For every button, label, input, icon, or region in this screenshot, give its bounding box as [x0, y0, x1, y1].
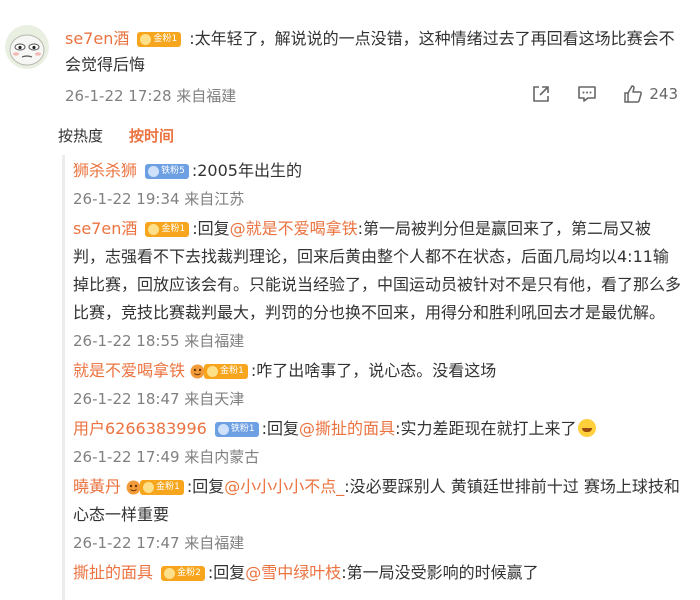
fan-face-icon	[190, 360, 205, 379]
reply-mention-link[interactable]: @雪中绿叶枝	[245, 563, 341, 582]
reply-item: 曉黃丹 金粉1:回复@小小小小不点_:没必要踩别人 黄镇廷世排前十过 赛场上球技…	[73, 473, 682, 557]
badge-icon	[164, 568, 176, 579]
reply-meta: 26-1-22 17:49 来自内蒙古	[73, 448, 260, 466]
comment-button[interactable]	[577, 84, 597, 104]
avatar[interactable]	[5, 25, 49, 69]
reply-username[interactable]: 曉黃丹	[73, 477, 121, 496]
reply-body: :实力差距现在就打上来了	[395, 419, 577, 438]
fan-badge[interactable]: 铁粉1	[214, 422, 259, 437]
reply-prefix: :回复	[186, 477, 225, 496]
reply-meta: 26-1-22 17:47 来自福建	[73, 534, 245, 552]
like-icon	[623, 84, 643, 104]
fan-badge[interactable]: 金粉1	[145, 222, 190, 237]
reply-username[interactable]: 就是不爱喝拿铁	[73, 361, 185, 380]
reply-prefix: :回复	[261, 419, 300, 438]
comment-icon	[577, 84, 597, 104]
reply-list: 狮杀杀狮 铁粉5:2005年出生的 26-1-22 19:34 来自江苏 se7…	[62, 155, 682, 600]
reply-username[interactable]: 撕扯的面具	[73, 563, 153, 582]
main-comment: se7en酒 金粉1 :太年轻了，解说说的一点没错，这种情绪过去了再回看这场比赛…	[0, 0, 700, 120]
reply-mention-link[interactable]: @撕扯的面具	[299, 419, 395, 438]
reply-item: 撕扯的面具 金粉2:回复@雪中绿叶枝:第一局没受影响的时候赢了	[73, 559, 682, 587]
reply-item: se7en酒 金粉1:回复@就是不爱喝拿铁:第一局被判分但是赢回来了，第二局又被…	[73, 215, 682, 355]
reply-item: 用户6266383996 铁粉1:回复@撕扯的面具:实力差距现在就打上来了 26…	[73, 415, 682, 471]
fan-badge[interactable]: 金粉1	[137, 32, 182, 47]
fan-badge[interactable]: 铁粉5	[145, 164, 189, 179]
reply-body: :第一局没受影响的时候赢了	[341, 563, 539, 582]
badge-icon	[217, 424, 229, 435]
like-button[interactable]: 243	[623, 84, 678, 104]
reply-mention-link[interactable]: @小小小小不点_	[224, 477, 344, 496]
reply-item: 狮杀杀狮 铁粉5:2005年出生的 26-1-22 19:34 来自江苏	[73, 157, 682, 213]
badge-icon	[148, 166, 160, 177]
reply-meta: 26-1-22 19:34 来自江苏	[73, 190, 245, 208]
fan-face-icon	[126, 476, 141, 495]
fan-badge[interactable]: 金粉1	[140, 480, 184, 495]
badge-icon	[148, 224, 160, 235]
badge-icon	[143, 482, 155, 493]
main-comment-text: se7en酒 金粉1 :太年轻了，解说说的一点没错，这种情绪过去了再回看这场比赛…	[65, 26, 685, 78]
badge-icon	[140, 34, 152, 45]
reply-username[interactable]: 狮杀杀狮	[73, 161, 137, 180]
reply-body: :咋了出啥事了，说心态。没看这场	[250, 361, 497, 380]
reply-prefix: :回复	[207, 563, 246, 582]
sort-bar: 按热度 按时间	[58, 125, 200, 146]
reply-body: :2005年出生的	[191, 161, 302, 180]
reply-username[interactable]: 用户6266383996	[73, 419, 207, 438]
reply-meta: 26-1-22 18:47 来自天津	[73, 390, 245, 408]
fan-badge[interactable]: 金粉1	[204, 364, 248, 379]
fan-badge[interactable]: 金粉2	[161, 566, 205, 581]
comment-username[interactable]: se7en酒	[65, 29, 129, 48]
reply-prefix: :回复	[192, 219, 230, 238]
share-button[interactable]	[531, 84, 551, 104]
reply-mention-link[interactable]: @就是不爱喝拿铁	[230, 219, 358, 238]
share-icon	[531, 84, 551, 104]
sort-by-hot-tab[interactable]: 按热度	[58, 125, 103, 146]
comment-meta: 26-1-22 17:28 来自福建	[65, 87, 237, 105]
laugh-cry-emoji-icon	[578, 419, 597, 437]
sort-by-time-tab[interactable]: 按时间	[129, 125, 174, 146]
comment-actions: 243	[505, 84, 678, 104]
reply-item: 就是不爱喝拿铁 金粉1:咋了出啥事了，说心态。没看这场 26-1-22 18:4…	[73, 357, 682, 413]
like-count: 243	[649, 85, 678, 103]
badge-icon	[207, 366, 219, 377]
reply-meta: 26-1-22 18:55 来自福建	[73, 332, 245, 350]
reply-username[interactable]: se7en酒	[73, 219, 137, 238]
